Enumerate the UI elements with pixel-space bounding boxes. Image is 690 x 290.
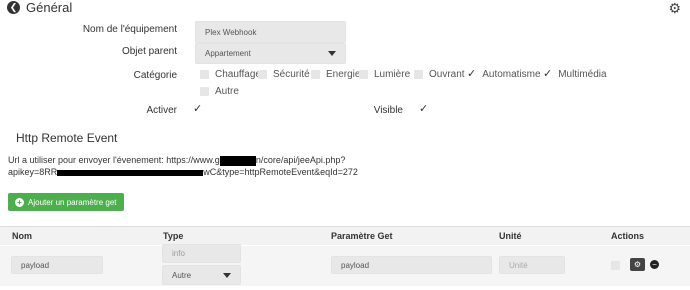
checkbox[interactable] [200, 70, 209, 79]
activate-label: Activer [146, 105, 177, 116]
gears-icon[interactable]: ⚙ [630, 258, 645, 271]
checkbox[interactable] [359, 70, 368, 79]
redacted-block [57, 169, 204, 176]
url-text: Url a utiliser pour envoyer l'évenement:… [8, 155, 358, 177]
chevron-down-icon [223, 272, 231, 278]
category-energie[interactable]: Energie [311, 69, 360, 80]
category-ouvrant[interactable]: Ouvrant [414, 69, 465, 80]
type-info-field: info [162, 244, 241, 263]
column-header-type: Type [163, 231, 184, 241]
unit-input[interactable]: Unité [499, 256, 565, 274]
category-multimedia[interactable]: ✓ Multimédia [543, 69, 607, 81]
equipment-name-input[interactable]: Plex Webhook [195, 21, 346, 43]
redacted-block [219, 155, 256, 166]
back-link[interactable]: ❮ Général [7, 0, 72, 15]
checkbox[interactable] [414, 70, 423, 79]
checkmark-icon[interactable]: ✓ [467, 69, 476, 80]
arrow-left-circle-icon: ❮ [7, 1, 20, 14]
command-name-input[interactable]: payload [11, 256, 103, 274]
category-chauffage[interactable]: Chauffage [200, 69, 261, 80]
column-header-unit: Unité [499, 231, 522, 241]
subtype-select[interactable]: Autre [162, 265, 241, 285]
get-parameter-input[interactable]: payload [331, 256, 492, 274]
activate-checkmark-icon[interactable]: ✓ [193, 104, 202, 115]
back-label: Général [26, 0, 73, 15]
category-securite[interactable]: Sécurité [258, 69, 310, 80]
checkbox[interactable] [611, 261, 620, 270]
visible-checkmark-icon[interactable]: ✓ [419, 104, 428, 115]
checkbox[interactable] [200, 87, 209, 96]
checkmark-icon[interactable]: ✓ [543, 69, 552, 80]
visible-label: Visible [373, 105, 403, 116]
parent-object-label: Objet parent [121, 46, 177, 57]
parent-object-value: Appartement [205, 49, 251, 58]
column-header-actions: Actions [611, 231, 645, 241]
checkbox[interactable] [258, 70, 267, 79]
parent-object-select[interactable]: Appartement [195, 43, 346, 64]
plus-circle-icon: + [15, 197, 24, 207]
column-header-name: Nom [12, 231, 32, 241]
category-autre[interactable]: Autre [200, 86, 239, 97]
gears-icon[interactable]: ⚙ [668, 0, 681, 17]
category-lumiere[interactable]: Lumière [359, 69, 410, 80]
add-get-parameter-button[interactable]: + Ajouter un paramètre get [8, 193, 124, 211]
section-title: Http Remote Event [16, 131, 118, 145]
chevron-down-icon [328, 51, 336, 56]
checkbox[interactable] [311, 70, 320, 79]
column-header-param: Paramètre Get [331, 231, 393, 241]
equipment-name-label: Nom de l'équipement [82, 24, 177, 35]
category-label: Catégorie [133, 70, 177, 81]
category-automatisme[interactable]: ✓ Automatisme [467, 69, 541, 81]
remove-circle-icon[interactable]: − [650, 260, 659, 269]
